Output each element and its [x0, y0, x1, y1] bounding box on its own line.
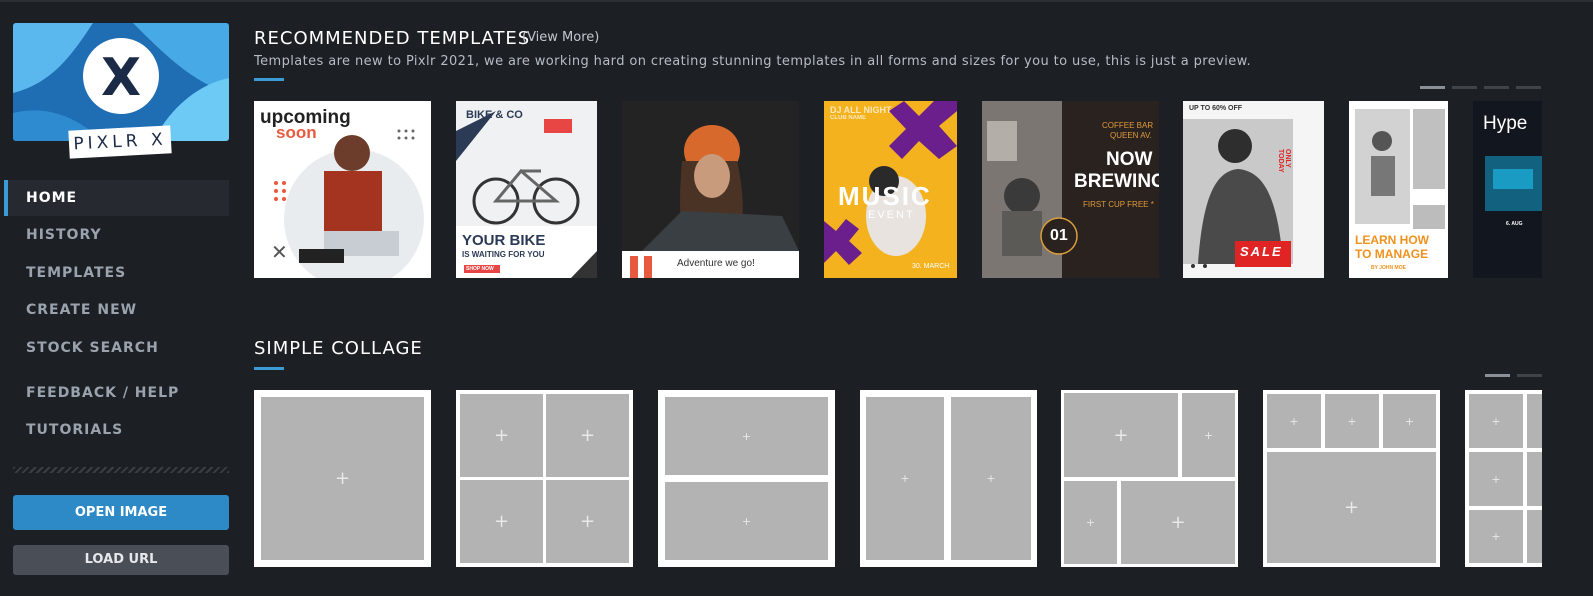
template-text: QUEEN AV. — [1110, 131, 1152, 140]
pixlr-x-logo[interactable]: X — [13, 23, 229, 141]
template-text: TO MANAGE — [1355, 247, 1429, 261]
pager-dot[interactable] — [1517, 374, 1542, 377]
collage-cell[interactable]: + — [1064, 393, 1178, 477]
sidebar-divider — [13, 467, 229, 473]
collage-cell[interactable]: + — [1469, 452, 1523, 506]
template-text: soon — [276, 123, 317, 142]
template-text: CLUB NAME — [830, 115, 866, 121]
template-text: SHOP NOW — [466, 266, 494, 272]
nav-tutorials[interactable]: TUTORIALS — [4, 412, 229, 448]
template-text: IS WAITING FOR YOU — [462, 250, 545, 259]
collage-cell[interactable]: + — [1267, 394, 1321, 448]
collage-cell[interactable] — [1527, 510, 1542, 563]
template-text: 30. MARCH — [912, 263, 950, 270]
template-card-hype[interactable]: Hype 6. AUG — [1473, 101, 1542, 278]
pager-dot[interactable] — [1516, 86, 1541, 89]
templates-pager — [1420, 86, 1541, 89]
template-card-sale[interactable]: UP TO 60% OFF ONLY TODAY SALE — [1183, 101, 1324, 278]
collage-layout-4[interactable]: + + — [860, 390, 1037, 567]
template-text: COFFEE BAR — [1102, 121, 1154, 130]
template-text: BIKE & CO — [466, 109, 523, 121]
collage-cell[interactable]: + — [261, 397, 424, 560]
open-image-button[interactable]: OPEN IMAGE — [13, 495, 229, 530]
template-text: LEARN HOW — [1355, 233, 1429, 247]
nav-feedback-help[interactable]: FEEDBACK / HELP — [4, 375, 229, 411]
template-text: UP TO 60% OFF — [1189, 105, 1243, 112]
collage-cell[interactable]: + — [460, 480, 543, 563]
logo-wordmark: PIXLR X — [68, 125, 172, 159]
collage-cell[interactable]: + — [1121, 481, 1235, 564]
collage-layout-2[interactable]: + + + + — [456, 390, 633, 567]
simple-collage-title: SIMPLE COLLAGE — [254, 338, 423, 359]
template-text: NOW — [1106, 149, 1153, 170]
collage-pager — [1485, 374, 1542, 377]
collage-layout-5[interactable]: + + + + — [1061, 390, 1238, 567]
collage-cell[interactable]: + — [1325, 394, 1379, 448]
template-text: EVENT — [868, 209, 915, 221]
template-text: FIRST CUP FREE * — [1083, 200, 1154, 209]
template-text: 6. AUG — [1506, 221, 1523, 227]
nav-history[interactable]: HISTORY — [4, 217, 229, 253]
nav-templates[interactable]: TEMPLATES — [4, 255, 229, 291]
template-text: Hype — [1483, 113, 1528, 134]
template-text: 01 — [1050, 227, 1068, 244]
template-text: YOUR BIKE — [462, 232, 546, 249]
collage-cell[interactable]: + — [866, 397, 944, 560]
collage-cell[interactable]: + — [1064, 481, 1117, 564]
collage-cell[interactable]: + — [1469, 394, 1523, 448]
template-card-learn[interactable]: LEARN HOW TO MANAGE BY JOHN MOE — [1349, 101, 1448, 278]
collage-cell[interactable]: + — [1383, 394, 1436, 448]
collage-cell[interactable]: + — [460, 394, 543, 477]
section-underline — [254, 367, 284, 370]
collage-cell[interactable]: + — [1469, 510, 1523, 563]
template-text: MUSIC — [838, 181, 932, 211]
template-card-upcoming-soon[interactable]: ✕ upcoming soon — [254, 101, 431, 278]
template-text: BY JOHN MOE — [1371, 265, 1406, 271]
collage-cell[interactable] — [1527, 452, 1542, 506]
template-text: SALE — [1240, 244, 1283, 259]
collage-layout-7[interactable]: + + + — [1465, 390, 1542, 567]
collage-layout-1[interactable]: + — [254, 390, 431, 567]
template-card-bike[interactable]: BIKE & CO YOUR BIKE IS WAITING FOR YOU S… — [456, 101, 597, 278]
recommended-templates-title: RECOMMENDED TEMPLATES — [254, 28, 531, 49]
templates-subtitle: Templates are new to Pixlr 2021, we are … — [254, 54, 1252, 69]
template-text: Adventure we go! — [677, 258, 755, 269]
pager-dot[interactable] — [1420, 86, 1445, 89]
view-more-link[interactable]: (View More) — [522, 30, 599, 45]
collage-cell[interactable]: + — [665, 397, 828, 475]
svg-text:X: X — [101, 48, 141, 108]
collage-layout-3[interactable]: + + — [658, 390, 835, 567]
load-url-button[interactable]: LOAD URL — [13, 545, 229, 575]
collage-cell[interactable]: + — [665, 482, 828, 560]
logo-background: X — [13, 23, 229, 141]
collage-cell[interactable]: + — [1182, 393, 1235, 477]
template-text: BREWING — [1074, 171, 1159, 192]
sidebar: X PIXLR X HOME HISTORY TEMPLATES CREATE … — [0, 0, 240, 596]
collage-cell[interactable]: + — [1267, 452, 1436, 563]
template-text: ONLY TODAY — [1277, 149, 1291, 173]
template-card-adventure[interactable]: Adventure we go! — [622, 101, 799, 278]
collage-layout-6[interactable]: + + + + — [1263, 390, 1440, 567]
nav-stock-search[interactable]: STOCK SEARCH — [4, 330, 229, 366]
pager-dot[interactable] — [1452, 86, 1477, 89]
template-card-music-event[interactable]: DJ ALL NIGHT CLUB NAME MUSIC EVENT 30. M… — [824, 101, 957, 278]
pager-dot[interactable] — [1485, 374, 1510, 377]
collage-cell[interactable]: + — [951, 397, 1031, 560]
template-text: DJ ALL NIGHT — [830, 105, 892, 115]
template-card-coffee[interactable]: COFFEE BAR QUEEN AV. NOW BREWING FIRST C… — [982, 101, 1159, 278]
section-underline — [254, 78, 284, 81]
nav-create-new[interactable]: CREATE NEW — [4, 292, 229, 328]
template-art — [622, 101, 799, 278]
pager-dot[interactable] — [1484, 86, 1509, 89]
collage-cell[interactable]: + — [546, 480, 629, 563]
collage-cell[interactable] — [1527, 394, 1542, 448]
collage-cell[interactable]: + — [546, 394, 629, 477]
nav-home[interactable]: HOME — [4, 180, 229, 216]
svg-text:✕: ✕ — [271, 240, 288, 264]
